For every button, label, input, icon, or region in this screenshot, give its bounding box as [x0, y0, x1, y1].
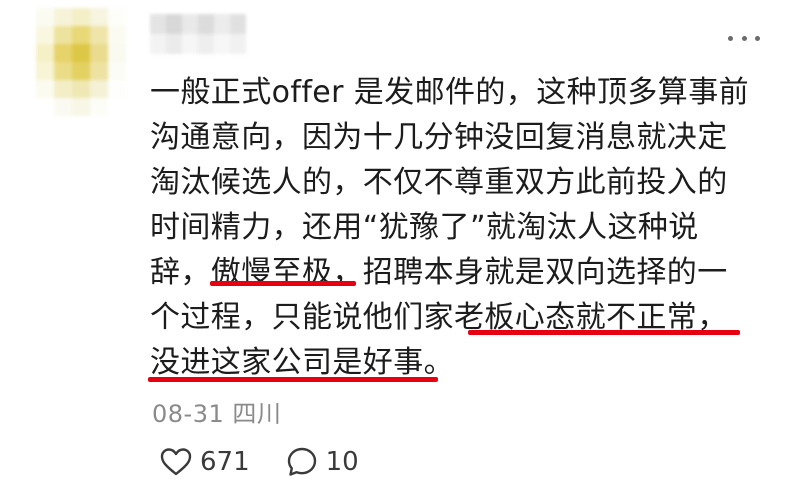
avatar-pixel	[90, 26, 108, 44]
highlight-underline	[210, 281, 356, 286]
avatar-pixel	[54, 8, 72, 26]
post-location: 四川	[232, 400, 282, 428]
username-pixel	[166, 14, 182, 34]
heart-icon	[160, 448, 192, 476]
username-pixel	[150, 14, 166, 34]
avatar-pixel	[36, 62, 54, 80]
like-button[interactable]: 671	[160, 447, 250, 477]
avatar-pixel	[108, 80, 126, 98]
avatar-pixel	[36, 44, 54, 62]
avatar-pixel	[108, 98, 126, 116]
username-pixel	[150, 34, 166, 54]
avatar-pixel	[108, 44, 126, 62]
username-pixel	[198, 14, 214, 34]
username-pixel	[230, 34, 246, 54]
avatar-pixel	[54, 26, 72, 44]
comment-bubble-icon	[287, 447, 316, 476]
username-blurred[interactable]	[150, 14, 246, 54]
dot	[755, 35, 760, 41]
comment-line: 一般正式offer 是发邮件的，这种顶多算事前	[150, 75, 750, 110]
avatar[interactable]	[36, 8, 126, 118]
avatar-pixel	[54, 80, 72, 98]
username-pixel	[182, 14, 198, 34]
avatar-pixel	[90, 98, 108, 116]
avatar-pixel	[108, 8, 126, 26]
avatar-pixel	[36, 80, 54, 98]
avatar-pixel	[72, 44, 90, 62]
dot	[728, 35, 733, 41]
username-pixel	[230, 14, 246, 34]
dot	[741, 35, 747, 41]
like-count: 671	[200, 447, 250, 477]
avatar-pixel	[36, 26, 54, 44]
post-meta: 08-31 四川	[152, 394, 281, 429]
avatar-pixel	[72, 80, 90, 98]
avatar-pixel	[90, 80, 108, 98]
comment-count: 10	[325, 447, 359, 477]
more-dots-icon[interactable]	[728, 30, 760, 46]
avatar-pixel	[54, 44, 72, 62]
username-pixel	[166, 34, 182, 54]
avatar-pixel	[36, 98, 54, 116]
highlight-underline	[148, 377, 438, 382]
avatar-pixel	[72, 62, 90, 80]
avatar-pixel	[90, 62, 108, 80]
username-pixel	[214, 34, 230, 54]
post-date: 08-31	[152, 400, 225, 428]
username-pixel	[182, 34, 198, 54]
avatar-pixel	[72, 8, 90, 26]
comment-text: 一般正式offer 是发邮件的，这种顶多算事前 沟通意向，因为十几分钟没回复消息…	[150, 70, 760, 385]
avatar-pixel	[36, 8, 54, 26]
highlight-underline	[468, 330, 740, 335]
avatar-pixel	[90, 44, 108, 62]
comment-line: 辞，傲慢至极，招聘本身就是双向选择的一	[150, 255, 728, 290]
action-bar: 671 10	[160, 446, 359, 478]
avatar-pixel	[108, 26, 126, 44]
comment-line: 淘汰候选人的，不仅不尊重双方此前投入的	[150, 165, 728, 200]
avatar-pixel	[54, 98, 72, 116]
comment-line: 时间精力，还用“犹豫了”就淘汰人这种说	[150, 210, 699, 245]
comment-line: 沟通意向，因为十几分钟没回复消息就决定	[150, 120, 728, 155]
avatar-pixel	[54, 62, 72, 80]
avatar-pixel	[72, 26, 90, 44]
comment-button[interactable]: 10	[286, 446, 359, 478]
avatar-pixel	[108, 62, 126, 80]
username-pixel	[198, 34, 214, 54]
avatar-pixel	[90, 8, 108, 26]
username-pixel	[214, 14, 230, 34]
avatar-pixel	[72, 98, 90, 116]
